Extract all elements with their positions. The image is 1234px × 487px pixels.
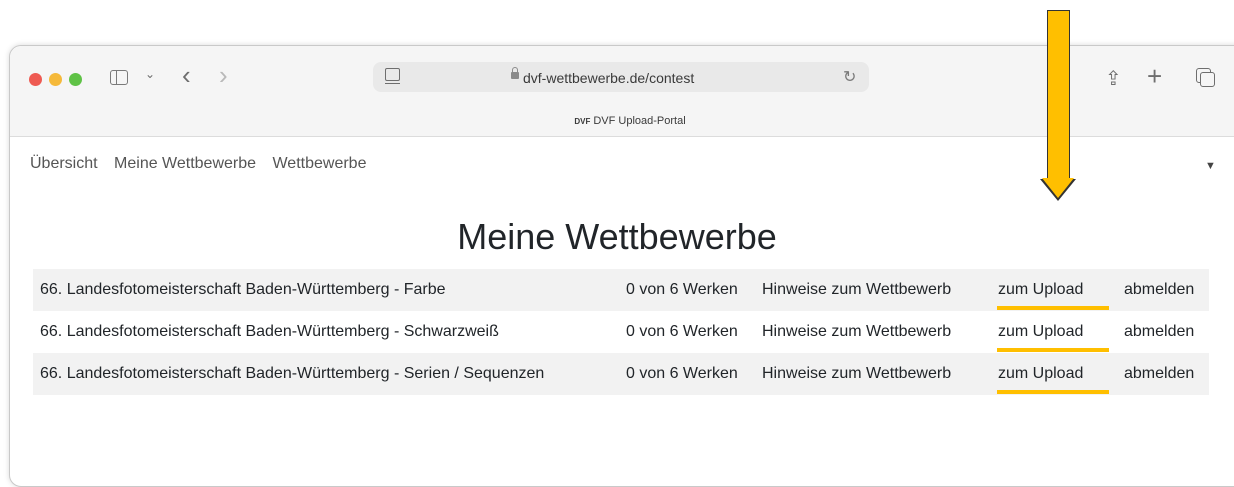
sidebar-icon[interactable] [110,70,128,85]
upload-highlight-underline [997,348,1109,352]
unsubscribe-link[interactable]: abmelden [1116,311,1209,353]
page-title: Meine Wettbewerbe [457,216,777,257]
minimize-window-button[interactable] [49,73,62,86]
contest-hints-link[interactable]: Hinweise zum Wettbewerb [754,353,990,395]
main-nav: Übersicht Meine Wettbewerbe Wettbewerbe [30,155,378,173]
table-row: 66. Landesfotomeisterschaft Baden-Württe… [33,269,1209,311]
annotation-arrow-icon [1047,10,1070,181]
upload-link-label[interactable]: zum Upload [998,365,1083,382]
upload-highlight-underline [997,306,1109,310]
tab-title-label: DVF Upload-Portal [593,115,686,127]
reload-icon[interactable]: ↻ [843,67,856,87]
table-row: 66. Landesfotomeisterschaft Baden-Württe… [33,353,1209,395]
chevron-down-icon[interactable]: ⌄ [145,67,155,81]
table-row: 66. Landesfotomeisterschaft Baden-Württe… [33,311,1209,353]
zoom-window-button[interactable] [69,73,82,86]
contest-name: 66. Landesfotomeisterschaft Baden-Württe… [33,353,618,395]
forward-icon[interactable]: › [219,60,228,91]
upload-highlight-underline [997,390,1109,394]
works-count: 0 von 6 Werken [618,353,754,395]
url-text[interactable]: dvf-wettbewerbe.de/contest [523,70,694,86]
contest-name: 66. Landesfotomeisterschaft Baden-Württe… [40,323,499,340]
account-dropdown-caret-icon[interactable]: ▼ [1205,160,1216,172]
annotation-arrow-head-icon [1040,178,1076,201]
nav-item-my-contests[interactable]: Meine Wettbewerbe [114,155,256,172]
tabs-icon[interactable] [1196,68,1215,87]
back-icon[interactable]: ‹ [182,60,191,91]
upload-link[interactable]: zum Upload [990,353,1116,395]
favicon: DVF [574,117,591,126]
nav-item-overview[interactable]: Übersicht [30,155,98,172]
works-count: 0 von 6 Werken [626,323,738,340]
plus-icon[interactable]: + [1147,61,1162,92]
lock-icon [511,67,519,79]
unsubscribe-link[interactable]: abmelden [1116,353,1209,395]
contest-table: 66. Landesfotomeisterschaft Baden-Württe… [33,269,1209,395]
unsubscribe-link[interactable]: abmelden [1116,269,1209,311]
upload-link-label[interactable]: zum Upload [998,323,1083,340]
contest-hints-link[interactable]: Hinweise zum Wettbewerb [754,269,990,311]
close-window-button[interactable] [29,73,42,86]
upload-link[interactable]: zum Upload [990,311,1116,353]
contest-hints-link[interactable]: Hinweise zum Wettbewerb [754,311,990,353]
page-icon[interactable] [385,68,400,84]
address-bar[interactable]: dvf-wettbewerbe.de/contest ↻ [373,62,869,92]
share-icon[interactable]: ⇪ [1105,66,1122,91]
nav-item-contests[interactable]: Wettbewerbe [272,155,366,172]
upload-link-label[interactable]: zum Upload [998,281,1083,298]
upload-link[interactable]: zum Upload [990,269,1116,311]
works-count: 0 von 6 Werken [618,269,754,311]
contest-name: 66. Landesfotomeisterschaft Baden-Württe… [33,269,618,311]
